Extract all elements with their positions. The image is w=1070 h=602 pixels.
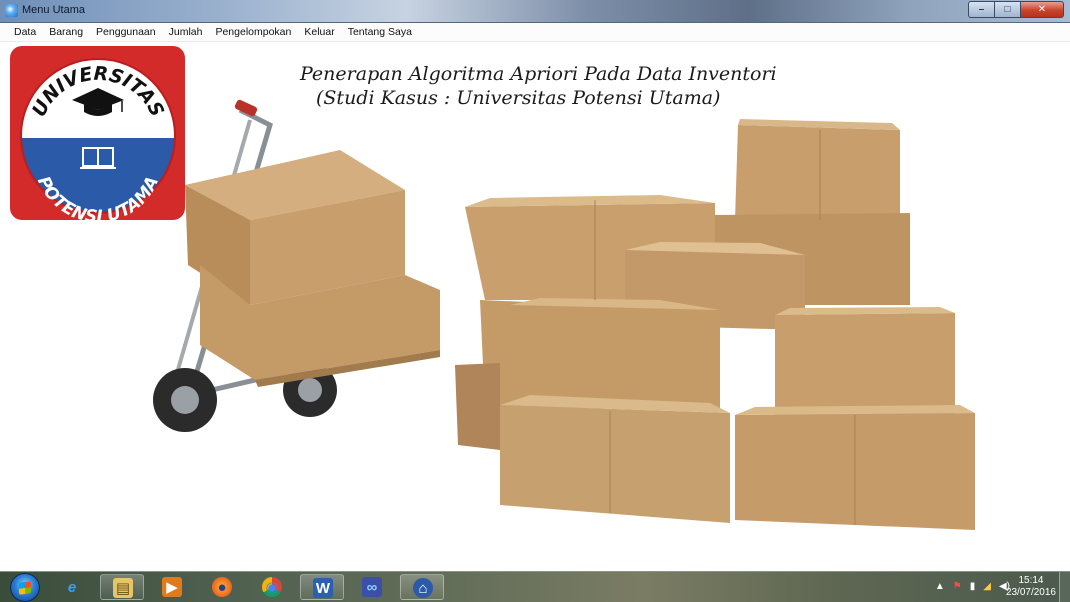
menu-barang[interactable]: Barang bbox=[49, 26, 83, 38]
title-bar[interactable]: Menu Utama – □ ✕ bbox=[0, 0, 1070, 23]
menu-penggunaan[interactable]: Penggunaan bbox=[96, 26, 156, 38]
clock-time: 15:14 bbox=[1018, 575, 1044, 586]
system-tray: ▲ ⚑ ▮ ◢ ◀) bbox=[935, 581, 1010, 592]
windows-logo-icon bbox=[19, 581, 31, 595]
taskbar-app-chrome[interactable]: ◉ bbox=[250, 574, 294, 600]
show-desktop-button[interactable] bbox=[1059, 572, 1070, 602]
menu-keluar[interactable]: Keluar bbox=[304, 26, 334, 38]
word-icon: W bbox=[313, 578, 333, 598]
heading-line-1: Penerapan Algoritma Apriori Pada Data In… bbox=[300, 63, 777, 85]
menu-jumlah[interactable]: Jumlah bbox=[169, 26, 203, 38]
minimize-button[interactable]: – bbox=[968, 1, 994, 18]
taskbar-app-infinity[interactable]: ∞ bbox=[350, 574, 394, 600]
clock-date: 23/07/2016 bbox=[1005, 587, 1056, 598]
battery-icon[interactable]: ▮ bbox=[970, 581, 976, 592]
window-controls: – □ ✕ bbox=[968, 1, 1064, 18]
hand-truck-image bbox=[153, 99, 440, 432]
file-explorer-icon: ▤ bbox=[113, 578, 133, 598]
menu-data[interactable]: Data bbox=[14, 26, 36, 38]
internet-explorer-icon: e bbox=[67, 578, 77, 596]
action-center-flag-icon[interactable]: ⚑ bbox=[953, 581, 962, 592]
tray-chevron-icon[interactable]: ▲ bbox=[935, 581, 945, 592]
maximize-button[interactable]: □ bbox=[994, 1, 1020, 18]
window-title: Menu Utama bbox=[22, 4, 85, 16]
taskbar-app-ie[interactable]: e bbox=[50, 574, 94, 600]
menu-pengelompokan[interactable]: Pengelompokan bbox=[215, 26, 291, 38]
media-player-icon: ▶ bbox=[162, 577, 182, 597]
menu-tentang-saya[interactable]: Tentang Saya bbox=[348, 26, 412, 38]
taskbar: e ▤ ▶ ● ◉ W ∞ ⌂ ▲ ⚑ ▮ ◢ ◀) 15:14 23/07/2… bbox=[0, 571, 1070, 602]
taskbar-app-media[interactable]: ▶ bbox=[150, 574, 194, 600]
chrome-icon: ◉ bbox=[262, 577, 282, 597]
taskbar-app-explorer[interactable]: ▤ bbox=[100, 574, 144, 600]
taskbar-app-university[interactable]: ⌂ bbox=[400, 574, 444, 600]
app-university-icon: ⌂ bbox=[413, 578, 433, 598]
app-infinity-icon: ∞ bbox=[362, 577, 382, 597]
start-button[interactable] bbox=[10, 573, 40, 602]
box-stack-image bbox=[455, 119, 975, 530]
firefox-icon: ● bbox=[212, 577, 232, 597]
close-button[interactable]: ✕ bbox=[1020, 1, 1064, 18]
menu-bar: Data Barang Penggunaan Jumlah Pengelompo… bbox=[0, 23, 1070, 42]
inventory-boxes-illustration bbox=[153, 99, 975, 530]
app-window-icon bbox=[5, 4, 18, 17]
taskbar-app-firefox[interactable]: ● bbox=[200, 574, 244, 600]
network-icon[interactable]: ◢ bbox=[983, 581, 991, 592]
taskbar-app-word[interactable]: W bbox=[300, 574, 344, 600]
taskbar-clock[interactable]: 15:14 23/07/2016 bbox=[1006, 575, 1056, 599]
